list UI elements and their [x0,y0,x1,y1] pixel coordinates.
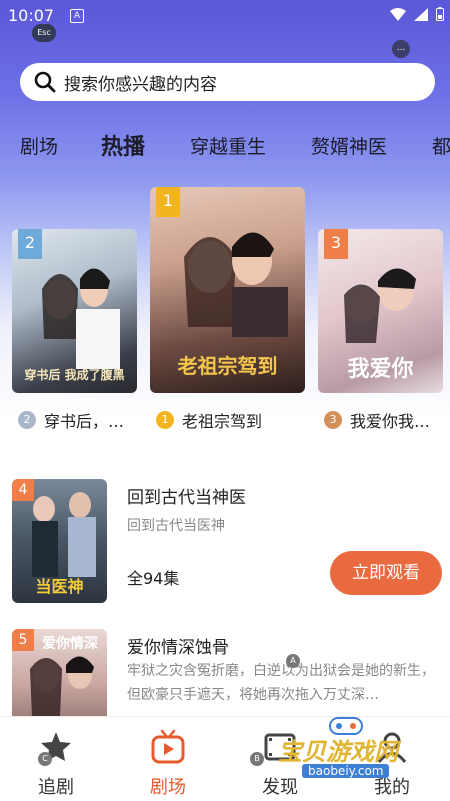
gold-medal-icon: 1 [156,411,174,429]
overlay-a-badge: A [286,654,300,668]
watch-now-button[interactable]: 立即观看 [330,551,442,595]
wifi-icon [390,7,406,21]
battery-icon [436,7,444,21]
notification-a-icon: A [70,9,84,23]
item-title: 回到古代当神医 [127,488,246,508]
category-tab-theater[interactable]: 剧场 [20,132,58,159]
list-item[interactable]: 4 当医神 回到古代当神医 回到古代当医神 全94集 立即观看 [12,479,442,603]
category-tab-hot[interactable]: 热播 [101,129,145,161]
poster-title-text: 穿书后 我成了腹黑 [24,368,125,382]
poster-title-text: 老祖宗驾到 [177,354,278,378]
rank-badge: 3 [324,229,348,259]
status-time: 10:07 [8,6,55,25]
rank-badge: 5 [12,629,34,651]
overlay-b-badge: B [250,752,264,766]
tab-label: 剧场 [150,777,186,798]
tab-label: 追剧 [38,777,74,798]
category-tab-more[interactable]: 都 [432,132,450,159]
top-poster-2[interactable]: 2 穿书后 我成了腹黑 [12,229,137,393]
overlay-c-badge: C [38,752,52,766]
rank-badge: 4 [12,479,34,501]
couple-illustration [42,268,120,369]
rank-badge: 1 [156,187,180,217]
status-bar: 10:07 A [0,0,450,32]
bronze-medal-icon: 3 [324,411,342,429]
search-bar[interactable]: 搜索你感兴趣的内容 [20,63,435,101]
esc-key-badge[interactable]: Esc [32,24,56,42]
search-icon [34,71,56,93]
list-item[interactable]: 5 爱你情深 爱你情深蚀骨 牢狱之灾含冤折磨，白逆以为出狱会是她的新生，但欧豪只… [12,629,442,753]
item-subtitle: 回到古代当医神 [127,518,225,534]
site-watermark: 宝贝游戏网 baobeiy.com [270,712,450,782]
tab-theater[interactable]: 剧场 [112,717,224,801]
category-tab-time-travel[interactable]: 穿越重生 [190,132,266,159]
thumb-title-text: 当医神 [35,577,84,596]
tab-follow[interactable]: 追剧 [0,717,112,801]
list-thumbnail[interactable]: 4 当医神 [12,479,107,603]
more-dots-badge[interactable]: ... [392,40,410,58]
item-description: 牢狱之灾含冤折磨，白逆以为出狱会是她的新生，但欧豪只手遮天，将她再次拖入万丈深… [127,663,435,703]
search-placeholder: 搜索你感兴趣的内容 [64,74,217,95]
category-tabs: 剧场 热播 穿越重生 赘婿神医 都 [0,126,450,166]
category-tab-doctor[interactable]: 赘婿神医 [311,132,387,159]
poster-title-text: 我爱你 [347,356,414,382]
top-title-text: 老祖宗驾到 [182,412,263,431]
silver-medal-icon: 2 [18,411,36,429]
status-icons [390,7,444,21]
watermark-url: baobeiy.com [302,764,390,778]
rank-badge: 2 [18,229,42,259]
top-poster-1[interactable]: 1 老祖宗驾到 [150,187,305,393]
signal-icon [414,7,428,21]
top-poster-3[interactable]: 3 我爱你 [318,229,443,393]
top-title-text: 我爱你我… [350,412,431,431]
thumb-title-text: 爱你情深 [42,636,98,652]
top-title-text: 穿书后，… [44,412,125,431]
episode-count: 全94集 [127,569,180,588]
couple-illustration [30,656,94,717]
watermark-text: 宝贝游戏网 [278,738,398,766]
couple-illustration [344,268,416,343]
couple-illustration [184,232,288,337]
item-title: 爱你情深蚀骨 [127,638,229,658]
top-title-1[interactable]: 1 老祖宗驾到 [156,408,262,432]
tv-play-icon [151,729,185,764]
top-title-3[interactable]: 3 我爱你我… [324,408,430,432]
top-title-2[interactable]: 2 穿书后，… [18,408,124,432]
